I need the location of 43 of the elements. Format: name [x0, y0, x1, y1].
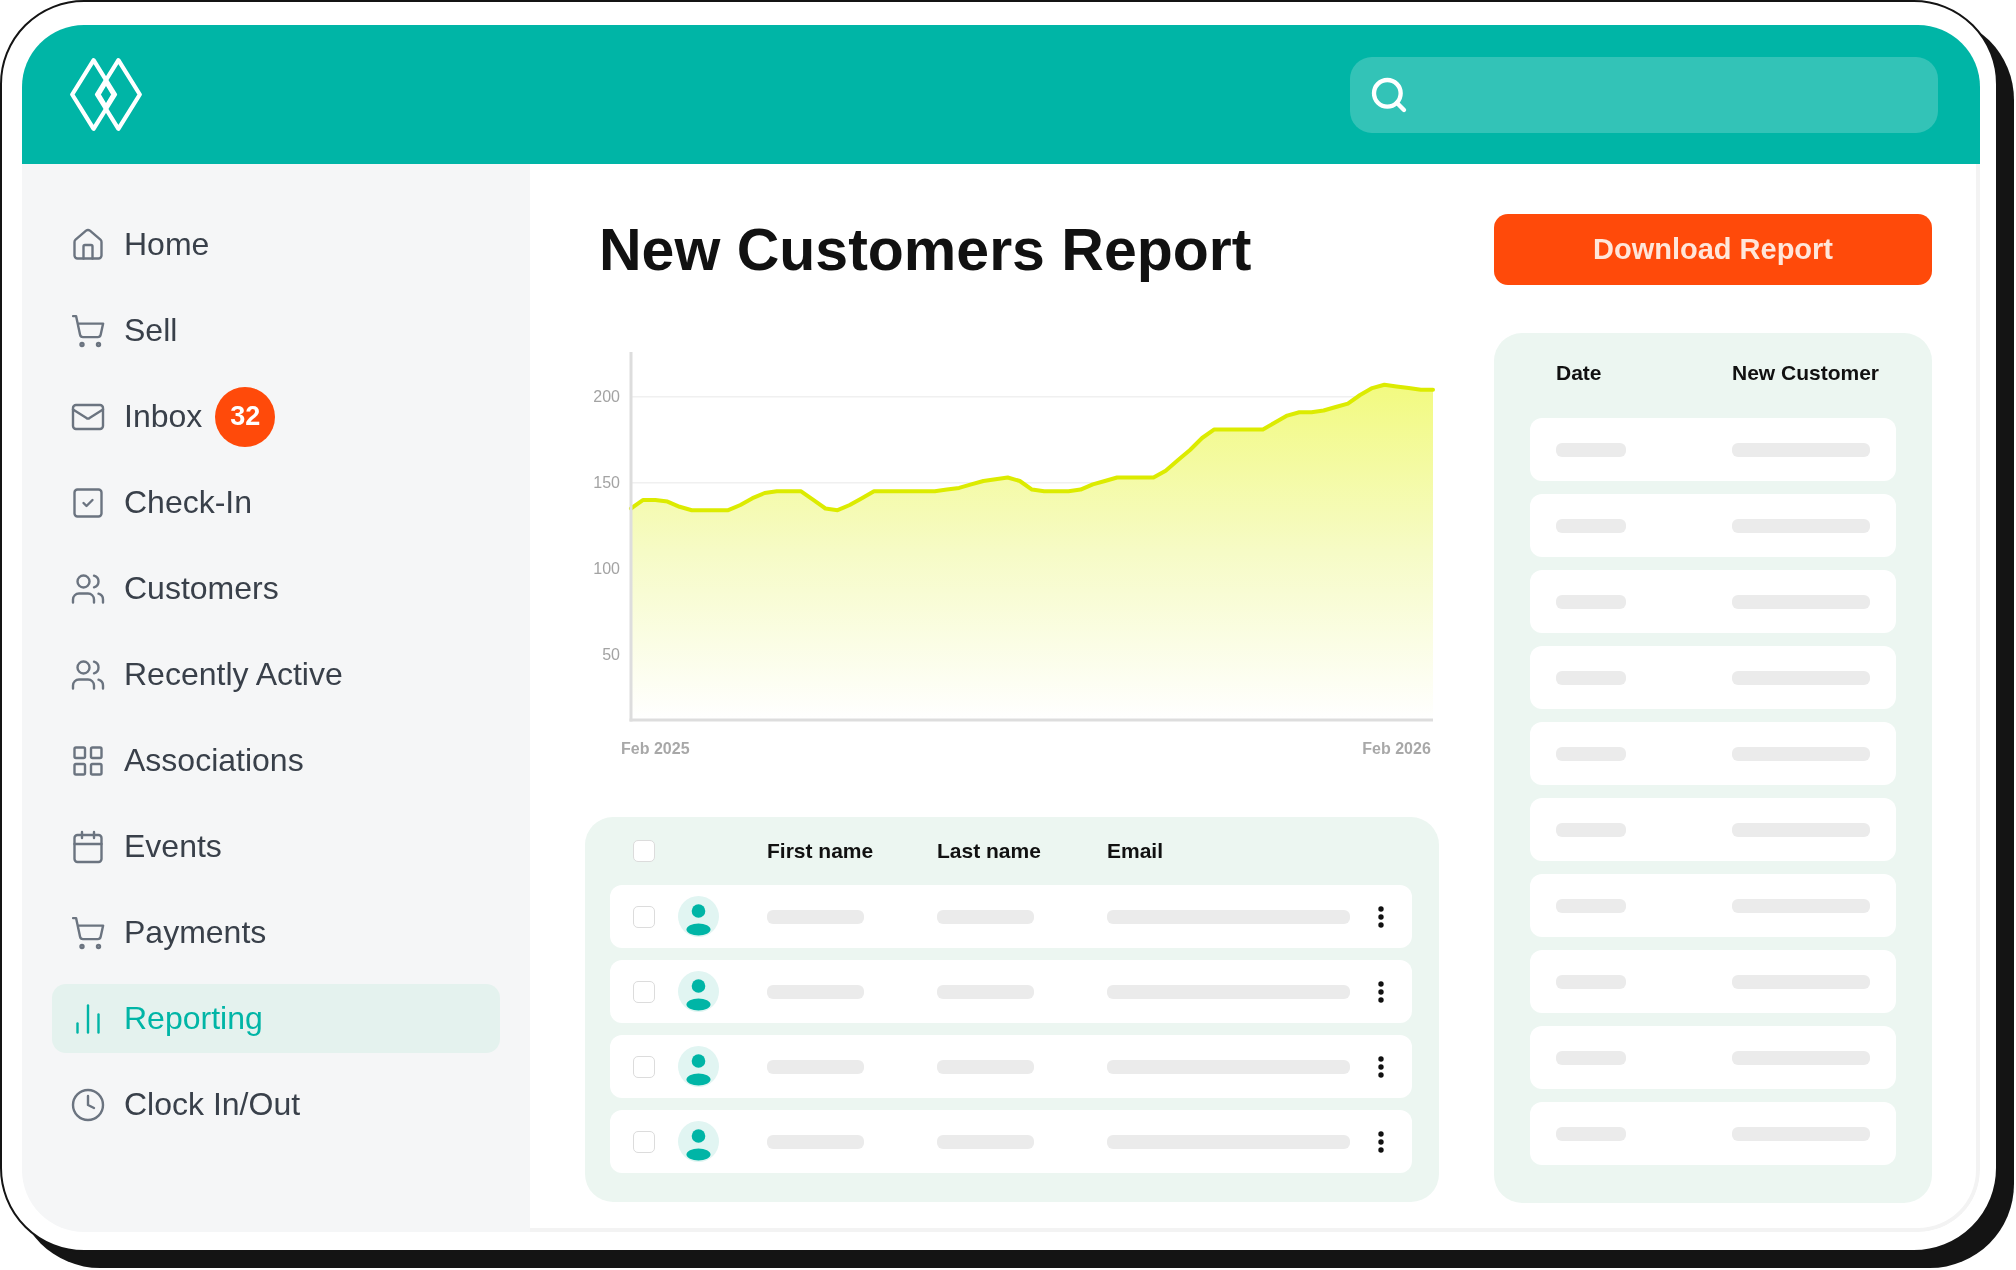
row-checkbox[interactable]: [633, 1055, 655, 1078]
nav-item[interactable]: Home: [52, 210, 500, 279]
avatar-icon: [678, 896, 719, 937]
count-badge: 32: [215, 386, 276, 447]
search-field[interactable]: [1350, 56, 1938, 133]
nav-item[interactable]: Events: [52, 812, 500, 881]
column-header: First name: [767, 839, 874, 863]
axis-tick-label: 200: [593, 388, 620, 406]
cart-icon: [70, 914, 106, 951]
axis-tick-label: 100: [593, 560, 620, 578]
nav-item[interactable]: Associations: [52, 726, 500, 795]
avatar-icon: [678, 1046, 719, 1087]
more-options-icon[interactable]: [1378, 980, 1384, 1003]
column-header: Date: [1556, 360, 1602, 385]
nav-item[interactable]: Inbox 32: [52, 382, 500, 451]
nav-item[interactable]: Check-In: [52, 468, 500, 537]
row-checkbox[interactable]: [633, 905, 655, 928]
nav-item[interactable]: Payments: [52, 898, 500, 967]
avatar-icon: [678, 1121, 719, 1162]
row-checkbox[interactable]: [633, 980, 655, 1003]
more-options-icon[interactable]: [1378, 905, 1384, 928]
column-header: Email: [1107, 839, 1164, 863]
clock-icon: [70, 1086, 106, 1123]
logo-icon: [70, 58, 142, 131]
column-header: Last name: [937, 839, 1041, 863]
page-title: New Customers Report: [599, 215, 1252, 284]
column-header: New Customer: [1732, 360, 1880, 385]
row-checkbox[interactable]: [633, 1130, 655, 1153]
more-options-icon[interactable]: [1378, 1130, 1384, 1153]
avatar-icon: [678, 971, 719, 1012]
cart-icon: [70, 312, 106, 349]
axis-tick-label: 50: [602, 646, 620, 664]
home-icon: [70, 226, 106, 263]
select-all-checkbox[interactable]: [633, 840, 655, 862]
more-options-icon[interactable]: [1378, 1055, 1384, 1078]
axis-tick-label: Feb 2025: [621, 740, 690, 757]
nav-item[interactable]: Recently Active: [52, 640, 500, 709]
calendar-icon: [70, 828, 106, 865]
axis-tick-label: 150: [593, 474, 620, 492]
nav-item[interactable]: Sell: [52, 296, 500, 365]
axis-tick-label: Feb 2026: [1362, 740, 1431, 757]
nav-item[interactable]: Customers: [52, 554, 500, 623]
nav-item[interactable]: Clock In/Out: [52, 1070, 500, 1139]
